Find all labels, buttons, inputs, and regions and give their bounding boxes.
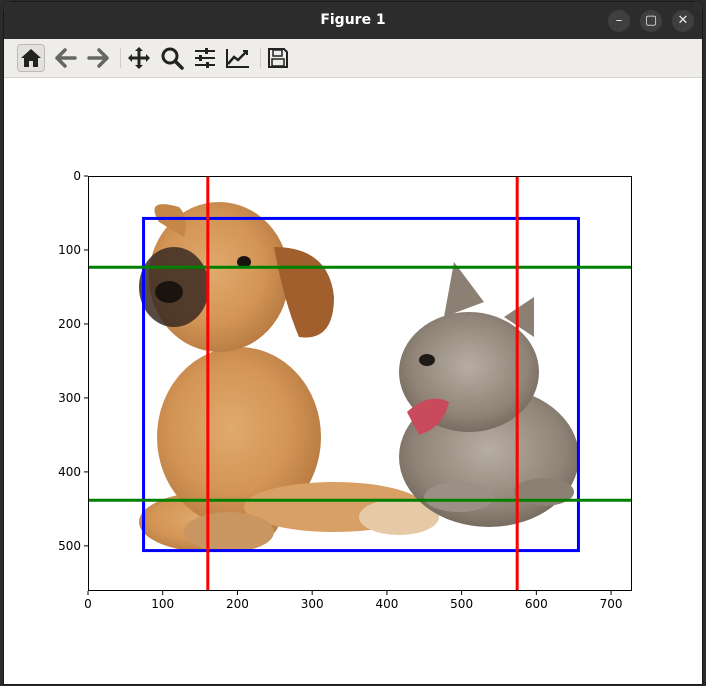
x-tick-label: 100 — [151, 597, 174, 611]
back-button[interactable] — [52, 44, 80, 72]
zoom-button[interactable] — [158, 44, 186, 72]
minimize-button[interactable]: – — [608, 10, 630, 32]
y-tick-label: 200 — [58, 317, 81, 331]
y-tick-label: 400 — [58, 465, 81, 479]
plot-image — [89, 177, 631, 590]
zoom-icon — [161, 47, 184, 70]
configure-subplots-button[interactable] — [191, 44, 219, 72]
figure-canvas[interactable]: 0 100 200 300 400 500 600 700 0 100 200 300 400 500 — [4, 78, 702, 684]
y-tick-label: 100 — [58, 243, 81, 257]
window-title: Figure 1 — [320, 12, 386, 28]
plot-axes[interactable] — [88, 176, 632, 591]
x-tick-label: 200 — [226, 597, 249, 611]
close-button[interactable]: ✕ — [672, 10, 694, 32]
y-tick-label: 500 — [58, 539, 81, 553]
x-tick-label: 700 — [600, 597, 623, 611]
toolbar-separator — [260, 48, 261, 68]
configure-subplots-icon — [195, 48, 215, 68]
navigation-toolbar — [4, 39, 702, 78]
maximize-button[interactable]: ▢ — [640, 10, 662, 32]
back-arrow-icon — [55, 48, 77, 68]
edit-axes-button[interactable] — [224, 44, 252, 72]
save-button[interactable] — [264, 44, 292, 72]
x-tick-label: 400 — [375, 597, 398, 611]
x-tick-label: 0 — [84, 597, 92, 611]
save-icon — [268, 48, 288, 68]
toolbar-separator — [120, 48, 121, 68]
forward-button[interactable] — [84, 44, 112, 72]
home-icon — [21, 49, 41, 67]
x-tick-label: 300 — [301, 597, 324, 611]
title-bar[interactable]: Figure 1 – ▢ ✕ — [4, 2, 702, 39]
y-tick-label: 300 — [58, 391, 81, 405]
x-tick-label: 500 — [450, 597, 473, 611]
x-tick-label: 600 — [525, 597, 548, 611]
figure-window: Figure 1 – ▢ ✕ 0 100 200 300 400 500 600… — [4, 2, 702, 684]
y-tick-label: 0 — [73, 169, 81, 183]
forward-arrow-icon — [87, 48, 109, 68]
edit-axes-icon — [226, 49, 249, 68]
pan-button[interactable] — [125, 44, 153, 72]
pan-icon — [128, 47, 150, 69]
home-button[interactable] — [17, 44, 45, 72]
